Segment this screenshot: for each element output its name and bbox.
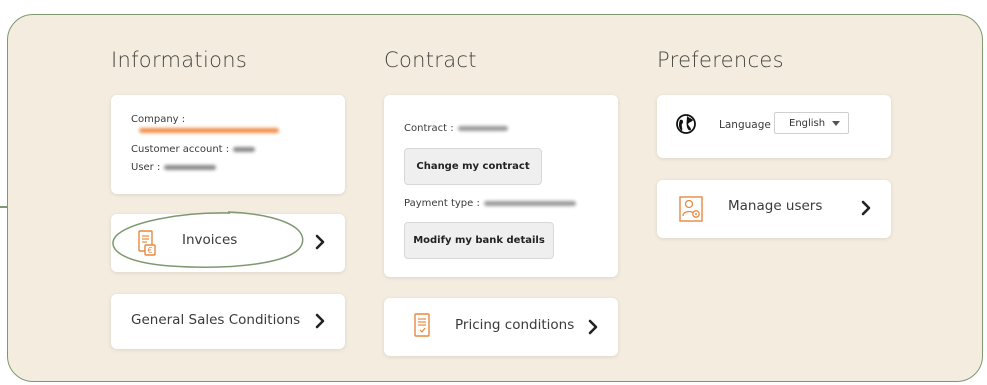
section-title-informations: Informations (111, 48, 248, 72)
customer-account-row: Customer account : (131, 144, 256, 155)
contract-row: Contract : (404, 123, 508, 134)
general-sales-card[interactable]: General Sales Conditions (111, 294, 345, 349)
language-selected-value: English (789, 118, 826, 129)
user-row: User : (131, 162, 217, 173)
user-label: User : (131, 162, 161, 173)
chevron-right-icon (588, 319, 598, 335)
chevron-right-icon (315, 313, 325, 329)
manage-users-icon (679, 196, 703, 222)
pricing-conditions-label: Pricing conditions (455, 317, 575, 333)
globe-icon (676, 114, 696, 134)
change-contract-button[interactable]: Change my contract (404, 148, 542, 185)
language-card: Language English (657, 95, 891, 158)
account-info-card: Company : Customer account : User : (111, 95, 345, 194)
document-icon (414, 313, 430, 337)
payment-type-row: Payment type : (404, 198, 576, 209)
page: Informations Contract Preferences Compan… (0, 0, 987, 385)
pricing-conditions-card[interactable]: Pricing conditions (384, 298, 618, 356)
highlight-circle-annotation (112, 211, 304, 268)
contract-label: Contract : (404, 123, 454, 134)
language-select[interactable]: English (774, 112, 849, 134)
modify-bank-details-button[interactable]: Modify my bank details (404, 222, 554, 259)
section-title-preferences: Preferences (657, 48, 784, 72)
manage-users-label: Manage users (728, 198, 823, 214)
contract-card: Contract : Change my contract Payment ty… (384, 95, 618, 277)
company-value (135, 125, 279, 136)
customer-account-label: Customer account : (131, 144, 230, 155)
manage-users-card[interactable]: Manage users (657, 180, 891, 238)
company-label: Company : (131, 114, 186, 125)
dropdown-arrow-icon (832, 121, 840, 126)
general-sales-label: General Sales Conditions (131, 312, 301, 328)
payment-type-label: Payment type : (404, 198, 480, 209)
chevron-right-icon (861, 200, 871, 216)
language-label: Language (719, 119, 771, 131)
section-title-contract: Contract (384, 48, 477, 72)
